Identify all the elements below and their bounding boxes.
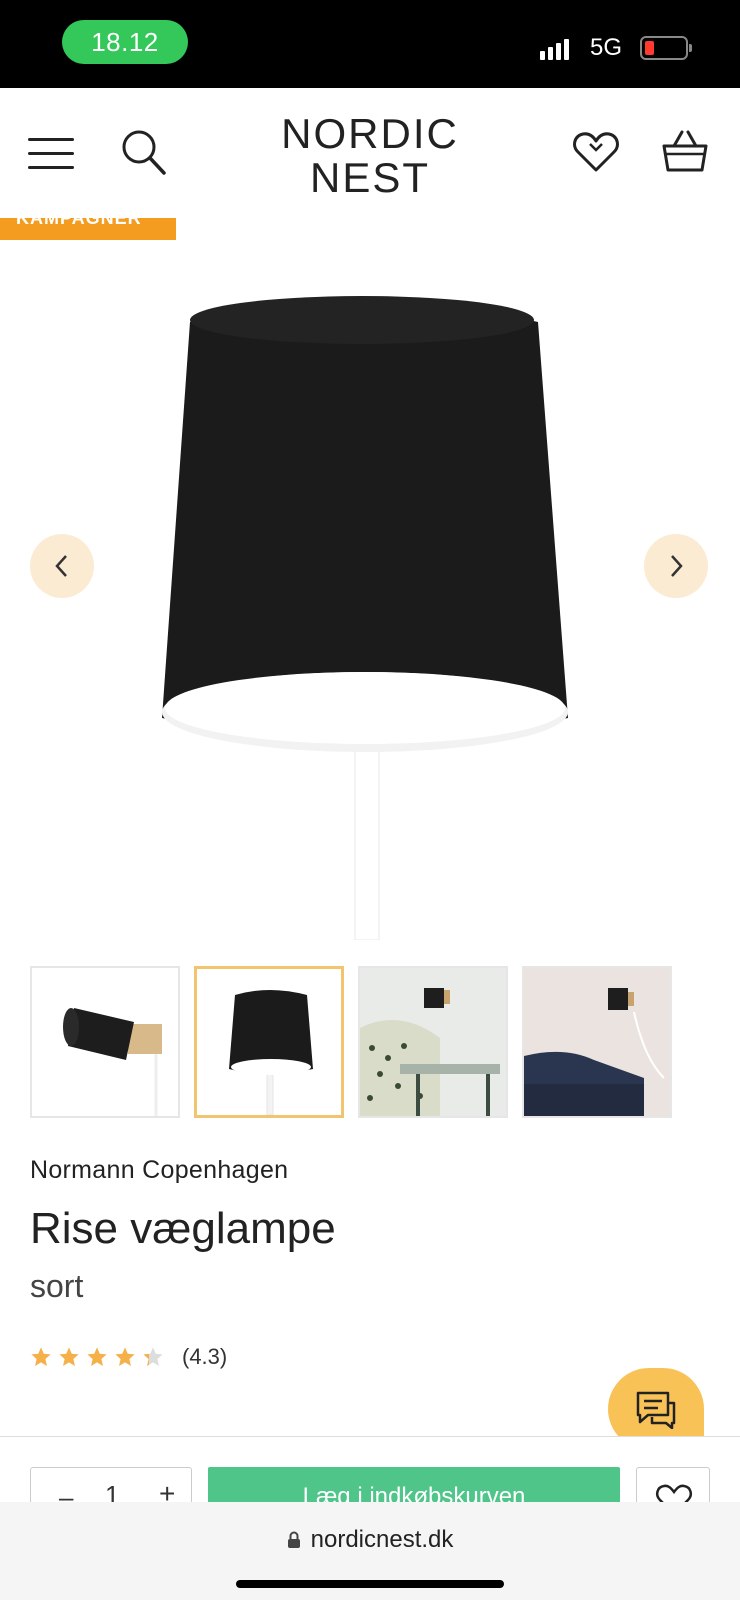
purchase-bar: – 1 + Læg i indkøbskurven	[0, 1436, 740, 1527]
logo-line-2: NEST	[309, 154, 430, 201]
product-variant: sort	[30, 1268, 84, 1304]
url-text: nordicnest.dk	[310, 1526, 454, 1553]
status-bar: 18.12 5G	[0, 0, 740, 88]
thumbnail-strip	[30, 966, 690, 1118]
browser-url-bar[interactable]: nordicnest.dk	[0, 1502, 740, 1600]
network-type: 5G	[590, 34, 623, 61]
product-rating[interactable]: (4.3)	[30, 1344, 227, 1370]
campaign-label: KAMPAGNER	[16, 218, 142, 228]
lock-icon	[287, 1531, 300, 1548]
thumbnail-4[interactable]	[522, 966, 672, 1118]
site-header: NORDIC NEST	[0, 88, 740, 218]
product-brand[interactable]: Normann Copenhagen	[30, 1156, 288, 1185]
rating-stars	[30, 1346, 164, 1368]
next-image-button[interactable]	[644, 534, 708, 598]
logo-line-1: NORDIC	[281, 110, 459, 157]
thumbnail-3[interactable]	[358, 966, 508, 1118]
battery-icon	[640, 36, 692, 60]
nordic-nest-logo[interactable]: NORDIC NEST	[230, 112, 510, 200]
signal-icon	[540, 38, 569, 60]
wishlist-heart-icon[interactable]	[572, 130, 620, 174]
menu-icon[interactable]	[28, 136, 76, 172]
star-icon	[59, 1347, 79, 1366]
thumbnail-1[interactable]	[30, 966, 180, 1118]
star-icon	[143, 1347, 163, 1366]
previous-image-button[interactable]	[30, 534, 94, 598]
chevron-left-icon	[55, 555, 67, 577]
rating-value: (4.3)	[182, 1344, 228, 1369]
campaign-banner[interactable]: KAMPAGNER	[0, 218, 176, 240]
main-product-image[interactable]	[0, 240, 740, 941]
chevron-right-icon	[671, 555, 683, 577]
home-indicator[interactable]	[236, 1580, 504, 1588]
star-icon	[87, 1347, 107, 1366]
star-icon	[115, 1347, 135, 1366]
url-display[interactable]: nordicnest.dk	[0, 1526, 740, 1554]
thumbnail-2[interactable]	[194, 966, 344, 1118]
status-time: 18.12	[62, 20, 188, 64]
product-title: Rise væglampe	[30, 1204, 336, 1253]
search-icon[interactable]	[120, 128, 168, 178]
star-icon	[31, 1347, 51, 1366]
basket-icon[interactable]	[660, 126, 710, 176]
chat-icon	[636, 1391, 676, 1429]
